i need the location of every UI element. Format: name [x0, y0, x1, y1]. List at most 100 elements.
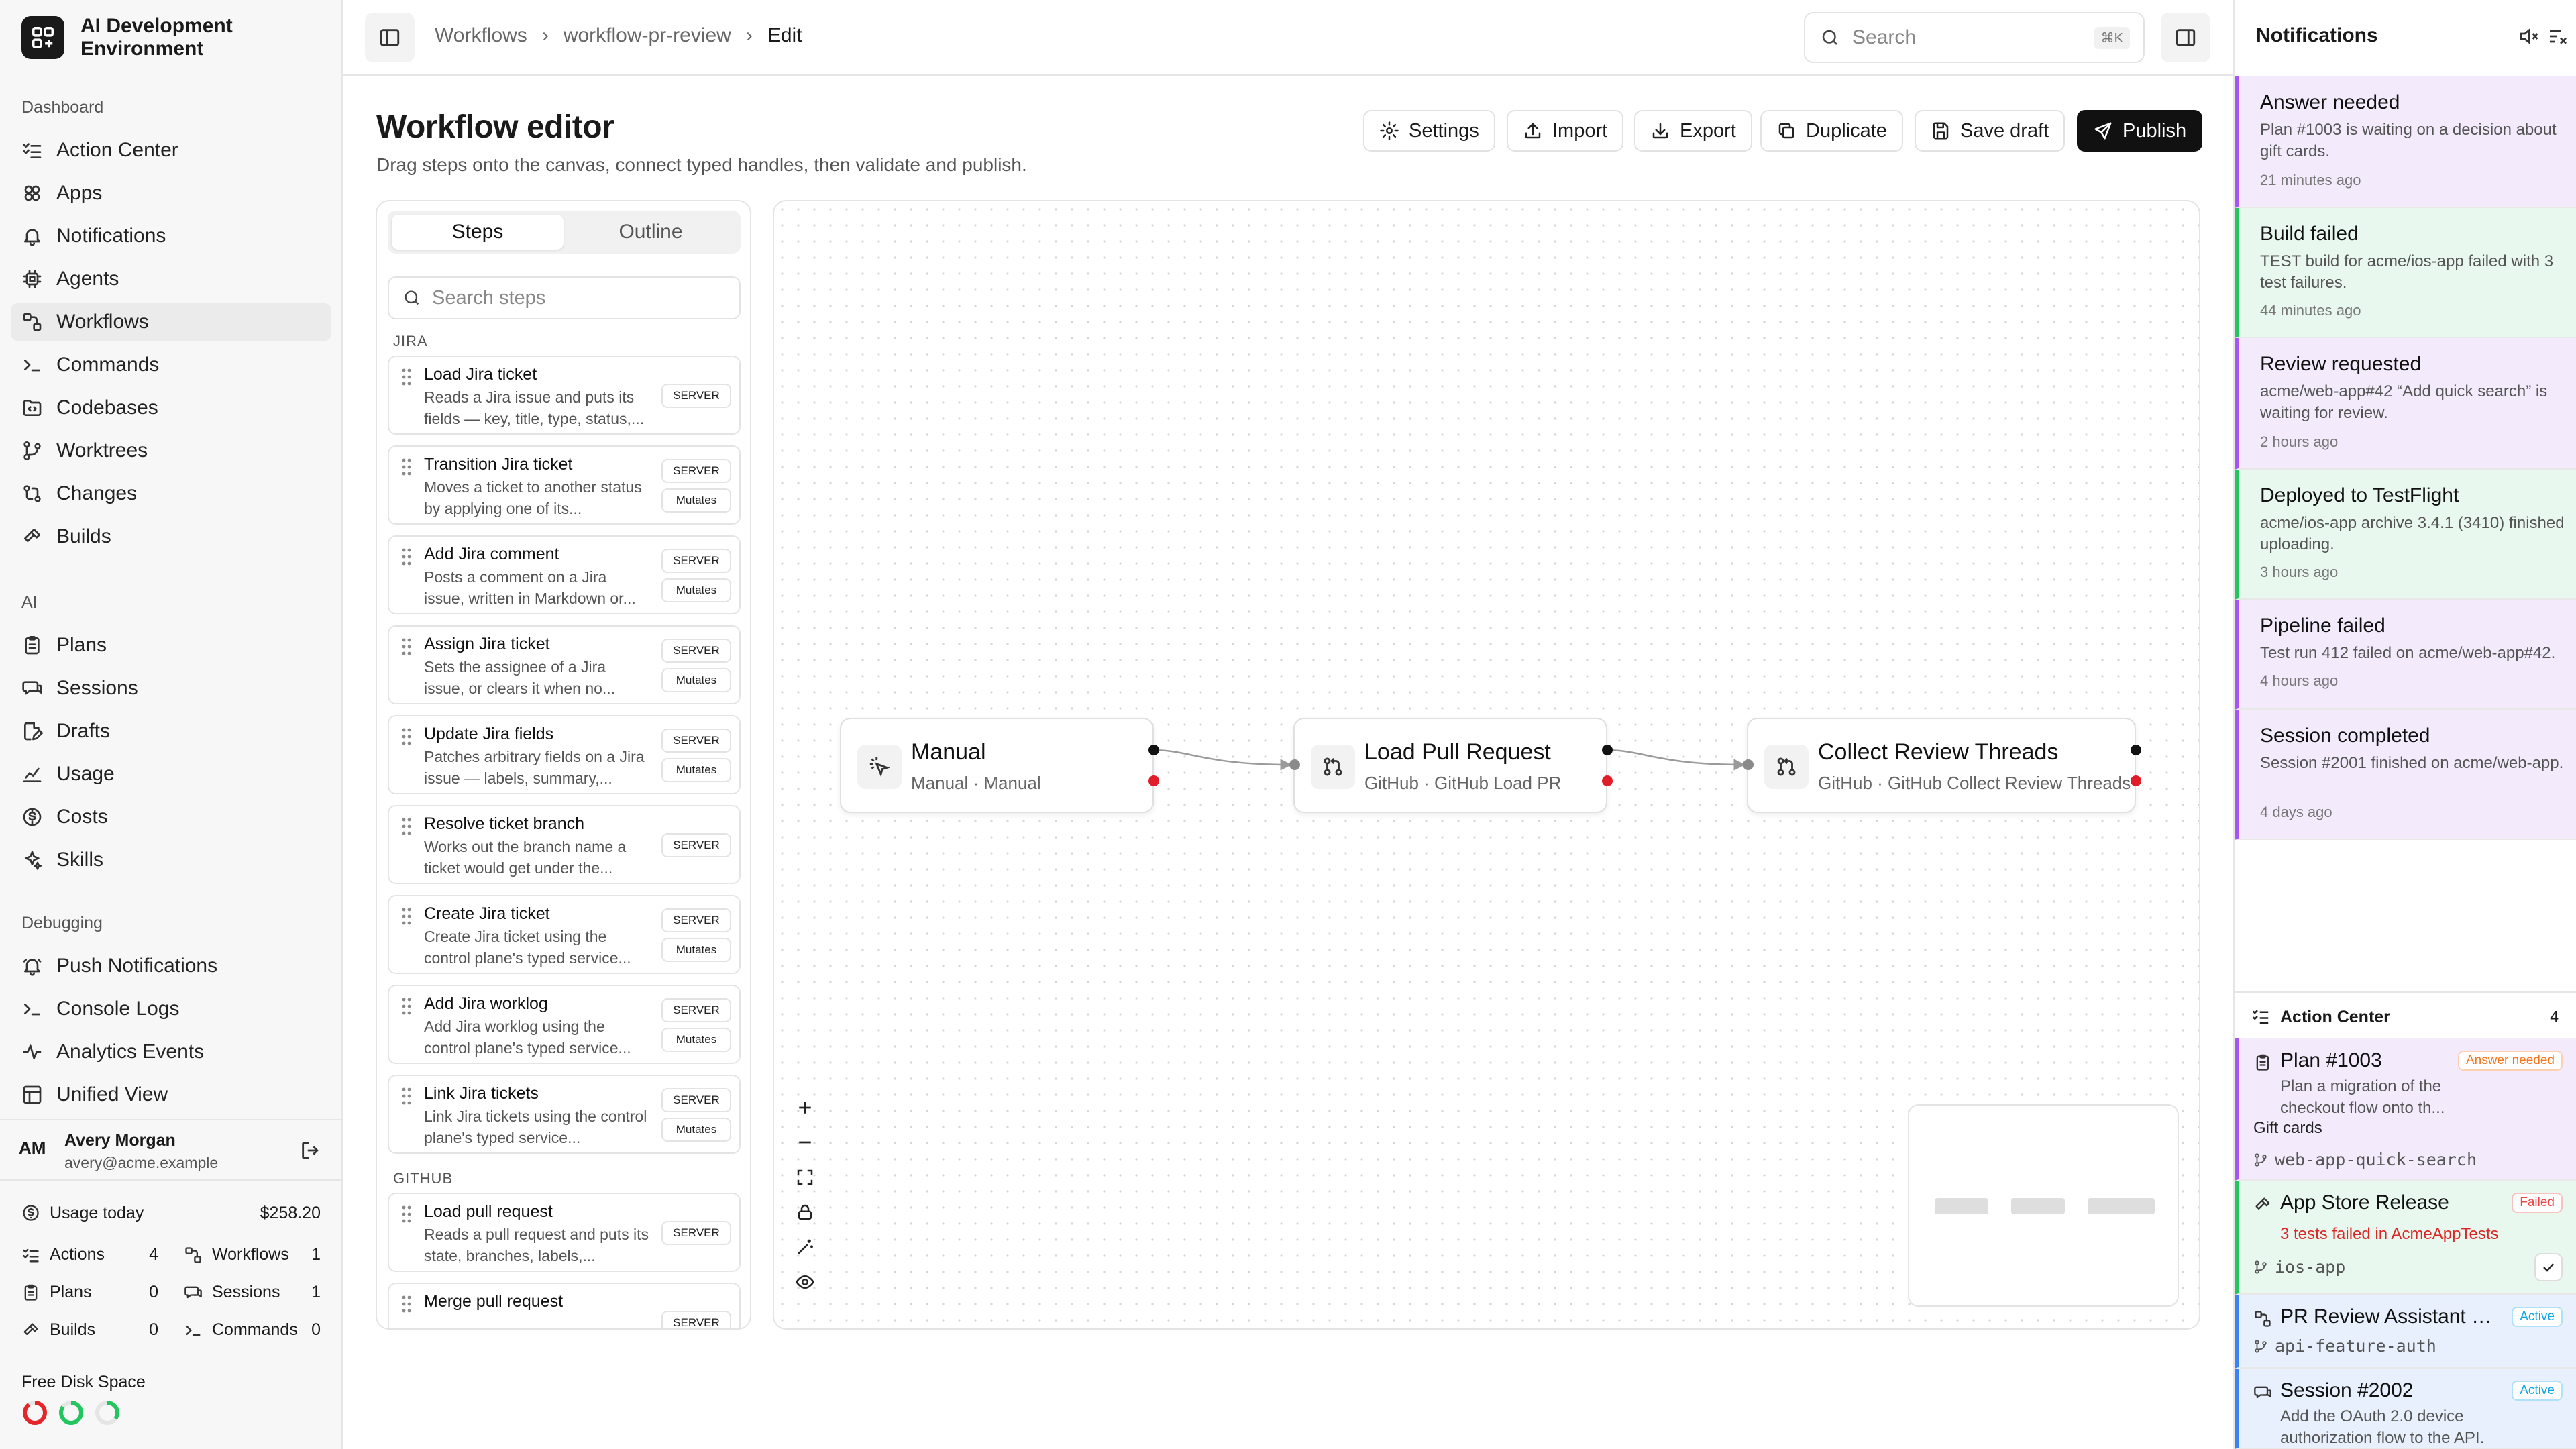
sidebar-item-costs[interactable]: Costs — [11, 798, 331, 836]
step-card-merge-pull-request[interactable]: Merge pull request SERVER — [388, 1283, 741, 1328]
drag-handle-icon[interactable] — [400, 907, 413, 926]
brand[interactable]: AI Development Environment — [21, 15, 295, 60]
zoom-in-icon[interactable] — [795, 1097, 815, 1118]
sidebar-item-worktrees[interactable]: Worktrees — [11, 432, 331, 470]
step-card-transition-jira-ticket[interactable]: Transition Jira ticket Moves a ticket to … — [388, 445, 741, 525]
action-center-item[interactable]: App Store Release Failed 3 tests failed in… — [2235, 1181, 2576, 1295]
drag-handle-icon[interactable] — [400, 727, 413, 746]
lock-icon[interactable] — [795, 1202, 815, 1222]
drag-handle-icon[interactable] — [400, 1205, 413, 1224]
sidebar-item-plans[interactable]: Plans — [11, 627, 331, 664]
sidebar-item-action-center[interactable]: Action Center — [11, 131, 331, 169]
output-handle[interactable] — [1602, 745, 1613, 755]
settings-button[interactable]: Settings — [1363, 110, 1495, 152]
notification-item[interactable]: Build failed TEST build for acme/ios-app … — [2235, 208, 2576, 338]
drag-handle-icon[interactable] — [400, 458, 413, 476]
action-center-item[interactable]: Plan #1003 Answer needed Plan a migration … — [2235, 1038, 2576, 1181]
export-button[interactable]: Export — [1634, 110, 1752, 152]
drag-handle-icon[interactable] — [400, 997, 413, 1016]
edge-load-pr-to-collect — [1605, 749, 1746, 771]
input-handle[interactable] — [1743, 759, 1754, 770]
node-load-pull-request[interactable]: Load Pull Request GitHub · GitHub Load P… — [1289, 718, 1613, 813]
zoom-out-icon[interactable] — [795, 1132, 815, 1152]
step-card-load-pull-request[interactable]: Load pull request Reads a pull request an… — [388, 1193, 741, 1272]
sidebar-item-codebases[interactable]: Codebases — [11, 389, 331, 427]
step-card-resolve-ticket-branch[interactable]: Resolve ticket branch Works out the branc… — [388, 805, 741, 884]
error-handle[interactable] — [1602, 775, 1613, 786]
sidebar-item-apps[interactable]: Apps — [11, 174, 331, 212]
steps-search-input[interactable]: Search steps — [388, 276, 741, 319]
workflow-canvas[interactable]: Manual Manual · Manual Load Pull Request… — [773, 200, 2200, 1330]
notification-item[interactable]: Review requested acme/web-app#42 “Add qui… — [2235, 338, 2576, 470]
node-collect-review-threads[interactable]: Collect Review Threads GitHub · GitHub C… — [1743, 718, 2141, 813]
drag-handle-icon[interactable] — [400, 368, 413, 386]
step-pill-server: SERVER — [661, 384, 731, 408]
drag-handle-icon[interactable] — [400, 817, 413, 836]
sidebar-toggle-button[interactable] — [365, 13, 415, 62]
breadcrumb-current: Edit — [767, 24, 802, 46]
publish-button[interactable]: Publish — [2077, 110, 2203, 152]
step-card-add-jira-worklog[interactable]: Add Jira worklog Add Jira worklog using t… — [388, 985, 741, 1064]
check-button[interactable] — [2534, 1253, 2563, 1281]
minimap[interactable] — [1908, 1104, 2179, 1307]
sidebar-item-commands[interactable]: Commands — [11, 346, 331, 384]
step-card-update-jira-fields[interactable]: Update Jira fields Patches arbitrary fiel… — [388, 715, 741, 794]
step-card-assign-jira-ticket[interactable]: Assign Jira ticket Sets the assignee of a… — [388, 625, 741, 704]
stat-value: 4 — [149, 1245, 158, 1264]
mute-icon[interactable] — [2518, 25, 2539, 47]
node-manual[interactable]: Manual Manual · Manual — [840, 718, 1159, 813]
drag-handle-icon[interactable] — [400, 1295, 413, 1313]
tab-outline[interactable]: Outline — [565, 215, 737, 250]
step-card-link-jira-tickets[interactable]: Link Jira tickets Link Jira tickets using… — [388, 1075, 741, 1154]
step-card-load-jira-ticket[interactable]: Load Jira ticket Reads a Jira issue and p… — [388, 356, 741, 435]
right-panel-toggle-button[interactable] — [2161, 13, 2210, 62]
sidebar-item-sessions[interactable]: Sessions — [11, 669, 331, 707]
eye-icon[interactable] — [795, 1272, 815, 1292]
sidebar-item-skills[interactable]: Skills — [11, 841, 331, 879]
step-card-create-jira-ticket[interactable]: Create Jira ticket Create Jira ticket usi… — [388, 895, 741, 974]
list-checks-icon — [21, 1246, 50, 1265]
sidebar-item-usage[interactable]: Usage — [11, 755, 331, 793]
output-handle[interactable] — [1148, 745, 1159, 755]
error-handle[interactable] — [2131, 775, 2141, 786]
breadcrumb-workflows[interactable]: Workflows — [435, 24, 527, 47]
drag-handle-icon[interactable] — [400, 547, 413, 566]
sidebar-item-console-logs[interactable]: Console Logs — [11, 990, 331, 1028]
global-search-input[interactable]: Search ⌘K — [1804, 12, 2145, 63]
sidebar-item-agents[interactable]: Agents — [11, 260, 331, 298]
user-row[interactable]: AM Avery Morgan avery@acme.example — [0, 1119, 341, 1181]
save-draft-button[interactable]: Save draft — [1915, 110, 2065, 152]
breadcrumb-workflow[interactable]: workflow-pr-review — [564, 24, 731, 47]
sidebar-item-changes[interactable]: Changes — [11, 475, 331, 513]
output-handle[interactable] — [2131, 745, 2141, 755]
notification-item[interactable]: Pipeline failed Test run 412 failed on ac… — [2235, 600, 2576, 710]
sidebar-item-builds[interactable]: Builds — [11, 518, 331, 555]
action-center-item[interactable]: PR Review Assistant #4... Active api-featu… — [2235, 1295, 2576, 1368]
sidebar-item-label: Changes — [56, 482, 138, 504]
wand-icon[interactable] — [795, 1237, 815, 1257]
logout-icon[interactable] — [299, 1139, 322, 1162]
clear-all-icon[interactable] — [2547, 25, 2569, 47]
import-button[interactable]: Import — [1507, 110, 1624, 152]
step-title: Merge pull request — [424, 1292, 564, 1311]
notification-item[interactable]: Deployed to TestFlight acme/ios-app archi… — [2235, 470, 2576, 600]
sidebar-item-drafts[interactable]: Drafts — [11, 712, 331, 750]
notification-description: acme/web-app#42 “Add quick search” is wa… — [2260, 382, 2548, 422]
sidebar-item-notifications[interactable]: Notifications — [11, 217, 331, 255]
error-handle[interactable] — [1148, 775, 1159, 786]
step-card-add-jira-comment[interactable]: Add Jira comment Posts a comment on a Jir… — [388, 535, 741, 614]
notification-item[interactable]: Session completed Session #2001 finished … — [2235, 710, 2576, 840]
fit-view-icon[interactable] — [795, 1167, 815, 1187]
sidebar-item-analytics-events[interactable]: Analytics Events — [11, 1033, 331, 1071]
action-center-item[interactable]: Session #2002 Active Add the OAuth 2.0 dev… — [2235, 1368, 2576, 1449]
sidebar-item-unified-view[interactable]: Unified View — [11, 1076, 331, 1114]
drag-handle-icon[interactable] — [400, 637, 413, 656]
drag-handle-icon[interactable] — [400, 1087, 413, 1106]
sidebar-item-push-notifications[interactable]: Push Notifications — [11, 947, 331, 985]
sidebar-item-workflows[interactable]: Workflows — [11, 303, 331, 341]
input-handle[interactable] — [1289, 759, 1300, 770]
notification-item[interactable]: Answer needed Plan #1003 is waiting on a … — [2235, 76, 2576, 208]
action-center-header[interactable]: Action Center 4 — [2235, 991, 2576, 1038]
duplicate-button[interactable]: Duplicate — [1760, 110, 1903, 152]
tab-steps[interactable]: Steps — [392, 215, 564, 250]
